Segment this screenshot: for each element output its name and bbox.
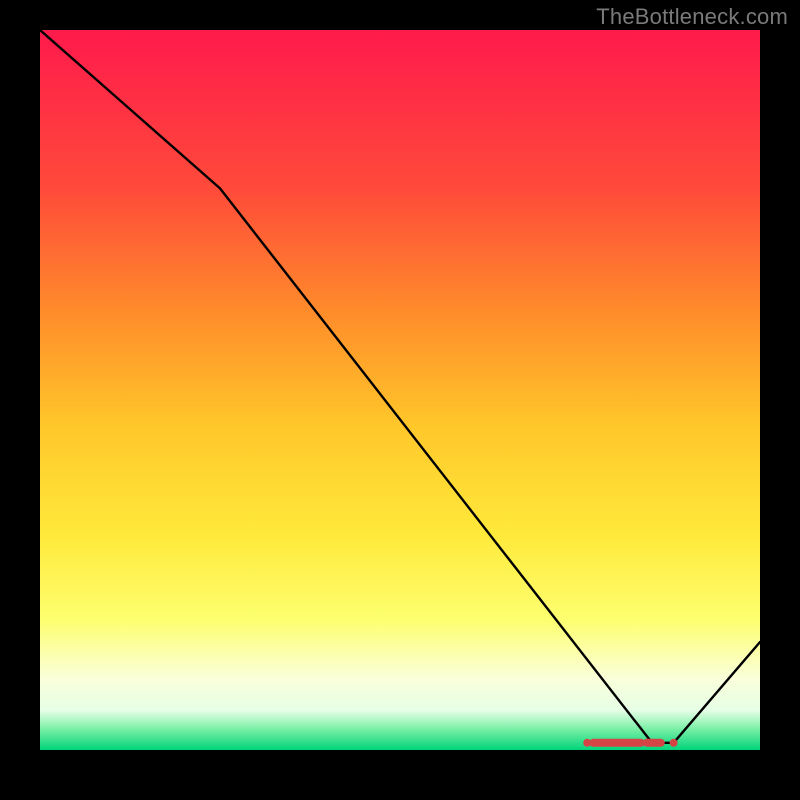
watermark-text: TheBottleneck.com <box>596 4 788 30</box>
chart-svg <box>40 30 760 750</box>
valley-dot-end <box>670 739 678 747</box>
chart-frame: TheBottleneck.com <box>0 0 800 800</box>
gradient-background <box>40 30 760 750</box>
plot-area <box>40 30 760 750</box>
valley-marker <box>583 739 677 747</box>
